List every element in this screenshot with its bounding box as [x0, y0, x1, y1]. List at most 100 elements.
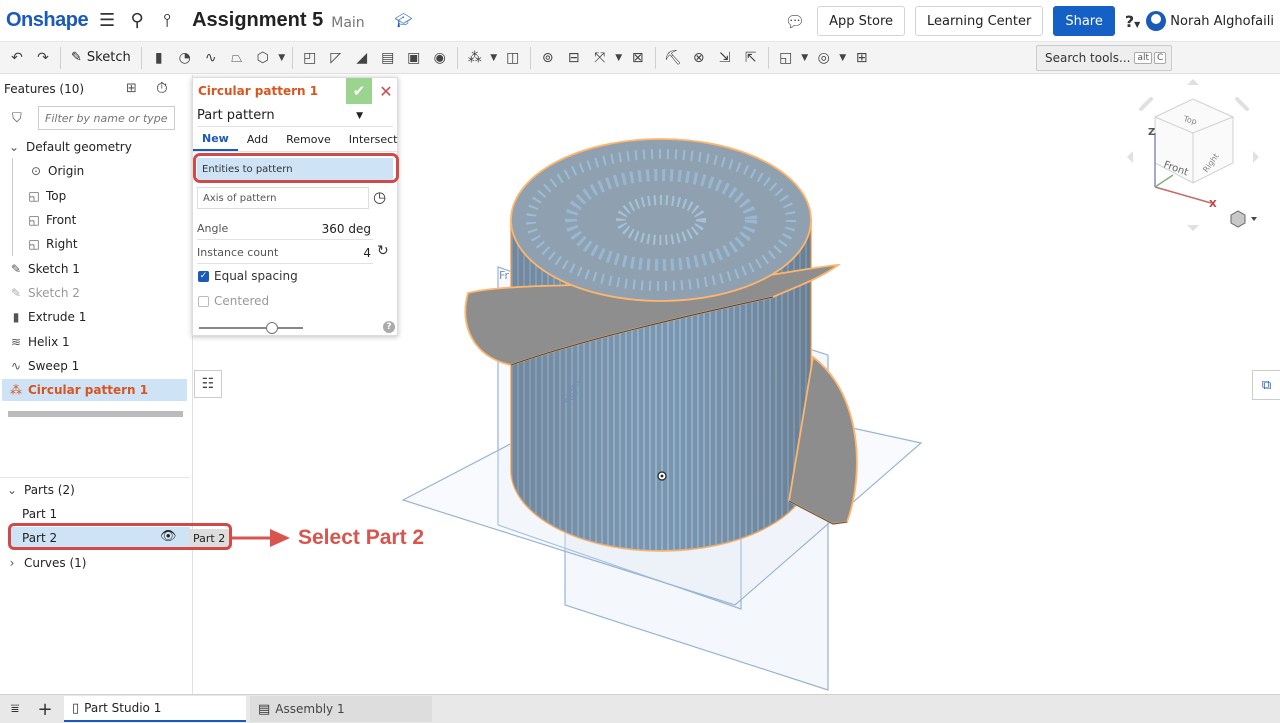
rib-icon[interactable]: ▤ [375, 45, 401, 71]
equal-spacing-checkbox-row[interactable]: ✓ Equal spacing [198, 267, 298, 285]
chevron-right-icon[interactable]: › [4, 556, 20, 570]
tree-item-extrude-1[interactable]: ▮ Extrude 1 [8, 306, 198, 328]
rollback-bar[interactable] [8, 411, 183, 417]
instance-count-field[interactable]: Instance count 4 [197, 242, 373, 264]
flip-direction-icon[interactable]: ↻ [377, 243, 389, 259]
tab-remove[interactable]: Remove [277, 128, 340, 151]
preview-slider-thumb[interactable] [266, 322, 278, 334]
axis-of-pattern-field[interactable]: Axis of pattern [197, 187, 369, 209]
accept-checkmark-icon[interactable]: ✔ [346, 78, 372, 104]
share-button[interactable]: Share [1053, 6, 1115, 36]
feature-list-toggle-icon[interactable]: ☷ [194, 370, 222, 398]
part-1-item[interactable]: Part 1 [22, 503, 212, 525]
filter-icon[interactable]: ⛉ [12, 111, 22, 126]
direction-clock-icon[interactable]: ◷ [373, 188, 386, 206]
branch-name[interactable]: Main [331, 15, 364, 31]
thicken-icon[interactable]: ⬡ [250, 45, 276, 71]
tree-item-sweep-1[interactable]: ∿ Sweep 1 [8, 355, 198, 377]
cylinder-top-face[interactable] [510, 138, 812, 302]
sketch-button[interactable]: ✎ Sketch [65, 50, 137, 65]
modify-fillet-icon[interactable]: ⛏︎ [660, 45, 686, 71]
view-menu-icon[interactable] [1230, 210, 1257, 228]
pattern-type-select[interactable]: Part pattern ▼ [197, 105, 393, 127]
undo-icon[interactable]: ↶ [4, 45, 30, 71]
hamburger-menu-icon[interactable]: ☰ [96, 10, 118, 32]
transform-icon[interactable]: ⤧ [587, 45, 613, 71]
view-cube[interactable]: Top Front Right Z X [1127, 79, 1259, 231]
tab-manager-icon[interactable]: ⩸ [0, 701, 30, 717]
appearance-panel-icon[interactable]: ⧉ [1252, 370, 1280, 400]
learning-center-button[interactable]: Learning Center [915, 6, 1044, 36]
preview-slider-track[interactable] [199, 327, 303, 329]
onshape-logo[interactable]: Onshape [6, 9, 89, 32]
add-folder-icon[interactable]: ⊞ [126, 81, 137, 96]
add-tab-icon[interactable]: + [30, 699, 60, 720]
filter-input[interactable] [38, 106, 175, 130]
loft-icon[interactable]: ⏢ [224, 45, 250, 71]
curves-header[interactable]: › Curves (1) [4, 552, 194, 574]
comments-icon[interactable]: 💬︎ [785, 12, 805, 31]
chamfer-icon[interactable]: ◸ [323, 45, 349, 71]
cancel-x-icon[interactable]: ✕ [374, 78, 398, 104]
extrude-icon[interactable]: ▮ [146, 45, 172, 71]
mirror-icon[interactable]: ◫ [500, 45, 526, 71]
sweep-icon[interactable]: ∿ [198, 45, 224, 71]
help-icon[interactable]: ?▼ [1125, 12, 1140, 31]
angle-value[interactable]: 360 deg [322, 222, 371, 236]
chevron-down-icon[interactable]: ▼ [488, 53, 500, 63]
plane-icon[interactable]: ◱ [773, 45, 799, 71]
sketch-icon: ✎ [10, 262, 22, 276]
tree-item-origin[interactable]: ⊙ Origin [28, 160, 218, 182]
app-store-button[interactable]: App Store [817, 6, 906, 36]
mate-connector-icon[interactable]: ◎ [811, 45, 837, 71]
search-tools-button[interactable]: Search tools... alt C [1036, 45, 1172, 71]
help-icon[interactable]: ? [383, 321, 395, 333]
tree-item-sketch-2[interactable]: ✎ Sketch 2 [8, 282, 198, 304]
tab-assembly-1[interactable]: ▤ Assembly 1 [250, 696, 432, 722]
instance-count-value[interactable]: 4 [363, 246, 371, 260]
move-face-icon[interactable]: ⇲ [712, 45, 738, 71]
boolean-icon[interactable]: ⊚ [535, 45, 561, 71]
document-title[interactable]: Assignment 5 [192, 9, 323, 32]
parts-header[interactable]: ⌄ Parts (2) [4, 479, 194, 501]
split-icon[interactable]: ⊟ [561, 45, 587, 71]
tree-item-top[interactable]: ◱ Top [26, 185, 216, 207]
tree-item-front[interactable]: ◱ Front [26, 209, 216, 231]
insert-icon[interactable]: ⫯ [156, 10, 178, 32]
rollback-timer-icon[interactable]: ⏱︎ [156, 79, 168, 97]
centered-checkbox-row[interactable]: Centered [198, 292, 269, 310]
tree-item-label: Circular pattern 1 [28, 383, 149, 397]
delete-face-icon[interactable]: ⊗ [686, 45, 712, 71]
tree-item-right[interactable]: ◱ Right [26, 233, 216, 255]
tab-part-studio-1[interactable]: ▯ Part Studio 1 [64, 696, 246, 722]
chevron-down-icon[interactable]: ⌄ [6, 140, 22, 154]
hole-icon[interactable]: ◉ [427, 45, 453, 71]
user-name[interactable]: Norah Alghofaili [1170, 14, 1274, 29]
chevron-down-icon[interactable]: ▼ [837, 53, 849, 63]
equal-spacing-checkbox[interactable]: ✓ [198, 270, 209, 282]
pattern-icon[interactable]: ⁂ [462, 45, 488, 71]
tree-item-circular-pattern-1[interactable]: ⁂ Circular pattern 1 [2, 379, 187, 401]
revolve-icon[interactable]: ◔ [172, 45, 198, 71]
chevron-down-icon[interactable]: ⌄ [4, 483, 20, 497]
tab-new[interactable]: New [193, 128, 238, 151]
tab-intersect[interactable]: Intersect [340, 128, 407, 151]
shell-icon[interactable]: ▣ [401, 45, 427, 71]
delete-part-icon[interactable]: ⊠ [625, 45, 651, 71]
draft-icon[interactable]: ◢ [349, 45, 375, 71]
chevron-down-icon[interactable]: ▼ [276, 53, 288, 63]
tree-item-helix-1[interactable]: ≋ Helix 1 [8, 331, 198, 353]
tree-item-sketch-1[interactable]: ✎ Sketch 1 [8, 258, 198, 280]
tree-structure-icon[interactable]: ⚲ [126, 10, 148, 32]
redo-icon[interactable]: ↷ [30, 45, 56, 71]
add-custom-feature-icon[interactable]: ⊞ [849, 45, 875, 71]
user-avatar[interactable] [1146, 11, 1167, 31]
tab-add[interactable]: Add [238, 128, 277, 151]
centered-checkbox[interactable] [198, 295, 209, 307]
fillet-icon[interactable]: ◰ [297, 45, 323, 71]
chevron-down-icon[interactable]: ▼ [799, 53, 811, 63]
tree-item-default-geometry[interactable]: ⌄ Default geometry [6, 136, 196, 158]
replace-face-icon[interactable]: ⇱ [738, 45, 764, 71]
chevron-down-icon[interactable]: ▼ [613, 53, 625, 63]
angle-field[interactable]: Angle 360 deg [197, 218, 373, 240]
